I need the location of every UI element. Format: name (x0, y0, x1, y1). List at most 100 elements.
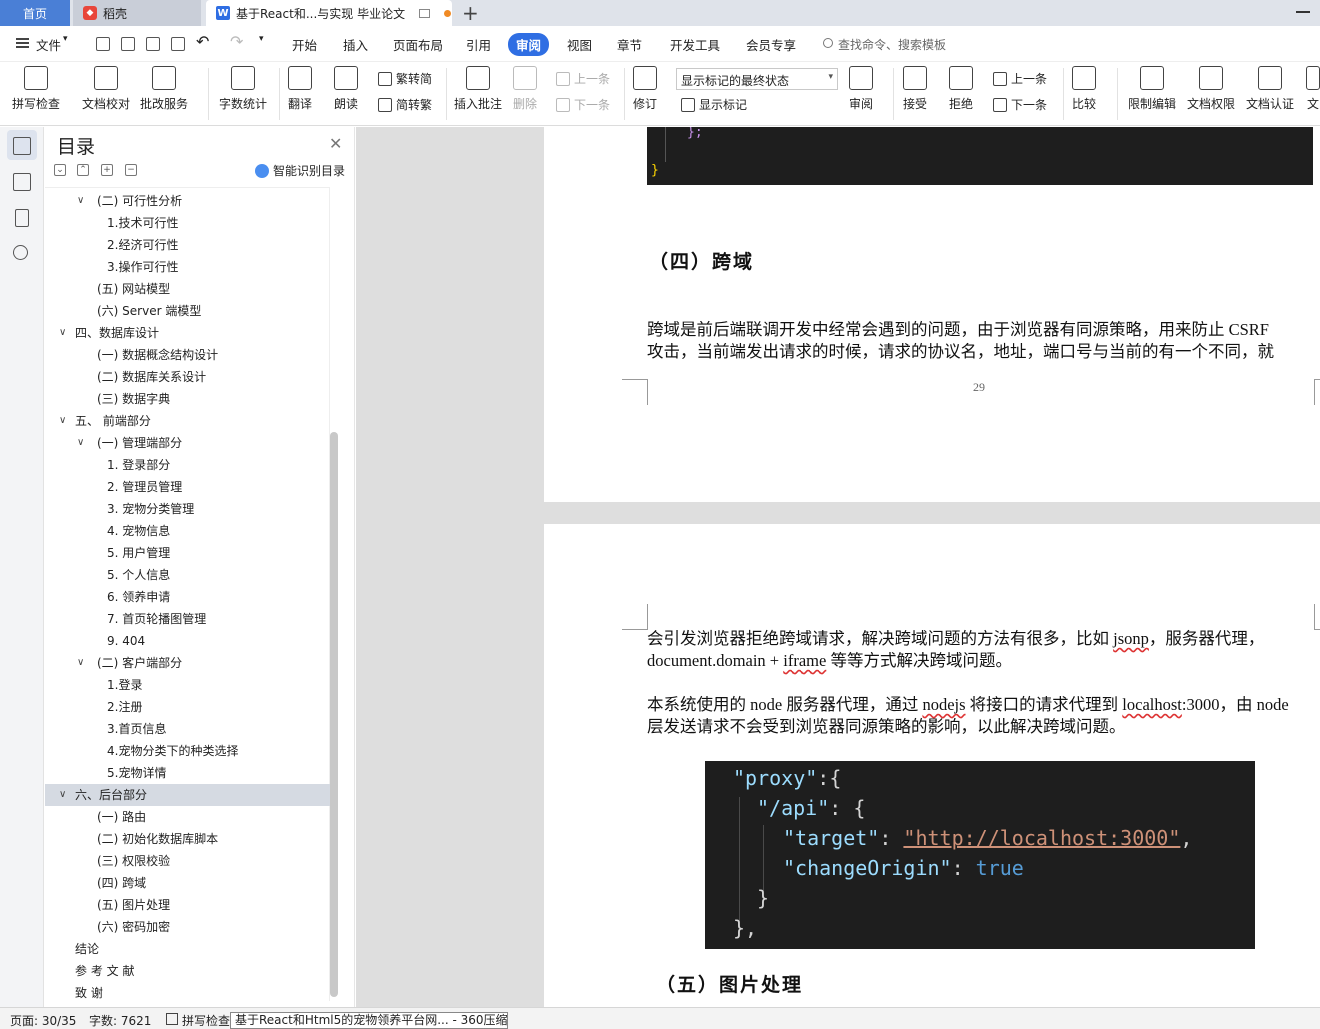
toc-item[interactable]: ∨ (一) 管理端部分 (45, 432, 330, 454)
bookmark-icon[interactable] (15, 209, 29, 227)
toc-item[interactable]: 5.宠物详情 (45, 762, 330, 784)
chevron-down-icon[interactable]: ∨ (59, 784, 66, 806)
minimize-icon[interactable] (1296, 11, 1310, 13)
word-count-indicator[interactable]: 字数: 7621 (89, 1012, 151, 1029)
redo-icon[interactable]: ↷ (230, 32, 243, 51)
toc-item[interactable]: (四) 跨域 (45, 872, 330, 894)
menu-start[interactable]: 开始 (292, 35, 317, 54)
print-icon[interactable] (146, 37, 160, 51)
trad-to-simp-button[interactable]: 繁转简 (378, 70, 432, 87)
expand-up-icon[interactable]: ⌃ (77, 164, 89, 176)
toc-item[interactable]: (二) 数据库关系设计 (45, 366, 330, 388)
chevron-down-icon[interactable]: ∨ (59, 322, 66, 344)
toc-item[interactable]: 1.技术可行性 (45, 212, 330, 234)
menu-page-layout[interactable]: 页面布局 (393, 35, 443, 54)
tab-document[interactable]: W 基于React和...与实现 毕业论文 (206, 0, 452, 26)
chevron-down-icon[interactable]: ∨ (77, 190, 84, 212)
prev-change-button[interactable]: 上一条 (993, 70, 1047, 87)
compare-button[interactable]: 比较 (1072, 66, 1096, 112)
doc-cert-button[interactable]: 文档认证 (1246, 66, 1294, 112)
toc-item[interactable]: ∨ 四、数据库设计 (45, 322, 330, 344)
chevron-down-icon[interactable]: ∨ (59, 410, 66, 432)
insert-comment-button[interactable]: 插入批注 (454, 66, 502, 112)
batch-service-button[interactable]: 批改服务 (140, 66, 188, 112)
collapse-all-icon[interactable]: ⌄ (54, 164, 66, 176)
toc-item[interactable]: 2. 管理员管理 (45, 476, 330, 498)
smart-toc-button[interactable]: 智能识别目录 (255, 162, 345, 179)
toc-scrollbar[interactable] (330, 432, 338, 997)
spell-check-checkbox[interactable] (166, 1013, 178, 1025)
word-count-button[interactable]: 字数统计 (219, 66, 267, 112)
toc-item[interactable]: (一) 数据概念结构设计 (45, 344, 330, 366)
revise-button[interactable]: 修订 (633, 66, 657, 112)
window-restore-icon[interactable] (419, 8, 431, 18)
translate-button[interactable]: 翻译 (288, 66, 312, 112)
doc-permission-button[interactable]: 文档权限 (1187, 66, 1235, 112)
menu-dev-tools[interactable]: 开发工具 (670, 35, 720, 54)
toc-item[interactable]: 5. 个人信息 (45, 564, 330, 586)
menu-insert[interactable]: 插入 (343, 35, 368, 54)
toc-item[interactable]: (一) 路由 (45, 806, 330, 828)
menu-file[interactable]: 文件 (36, 35, 61, 54)
delete-comment-button[interactable]: 删除 (513, 66, 537, 112)
add-heading-icon[interactable]: + (101, 164, 113, 176)
chevron-down-icon[interactable]: ∨ (77, 652, 84, 674)
remove-heading-icon[interactable]: − (125, 164, 137, 176)
toc-item[interactable]: 结论 (45, 938, 330, 960)
toc-item[interactable]: 3. 宠物分类管理 (45, 498, 330, 520)
toc-item[interactable]: 1. 登录部分 (45, 454, 330, 476)
toc-item[interactable]: (三) 权限校验 (45, 850, 330, 872)
page-indicator[interactable]: 页面: 30/35 (10, 1012, 76, 1029)
menu-review[interactable]: 审阅 (508, 33, 550, 56)
toc-item[interactable]: 3.操作可行性 (45, 256, 330, 278)
spell-check-status[interactable]: 拼写检查 (182, 1012, 230, 1029)
simp-to-trad-button[interactable]: 简转繁 (378, 96, 432, 113)
toc-item[interactable]: (三) 数据字典 (45, 388, 330, 410)
doc-proof-button[interactable]: 文档校对 (82, 66, 130, 112)
toc-item[interactable]: 3.首页信息 (45, 718, 330, 740)
menu-chapter[interactable]: 章节 (617, 35, 642, 54)
toc-item[interactable]: 2.注册 (45, 696, 330, 718)
read-aloud-button[interactable]: 朗读 (334, 66, 358, 112)
toc-item[interactable]: ∨ 五、 前端部分 (45, 410, 330, 432)
menu-view[interactable]: 视图 (567, 35, 592, 54)
navigation-icon[interactable] (13, 173, 31, 191)
toc-item[interactable]: 参 考 文 献 (45, 960, 330, 982)
toc-item[interactable]: 7. 首页轮播图管理 (45, 608, 330, 630)
more-button[interactable]: 文 (1306, 66, 1320, 112)
review-pane-button[interactable]: 审阅 (849, 66, 873, 112)
toc-item[interactable]: 致 谢 (45, 982, 330, 1004)
customize-chevron-icon[interactable]: ▾ (259, 34, 264, 44)
accept-button[interactable]: 接受 (903, 66, 927, 112)
toc-item[interactable]: (二) 初始化数据库脚本 (45, 828, 330, 850)
toc-item[interactable]: 4. 宠物信息 (45, 520, 330, 542)
toc-item[interactable]: (五) 网站模型 (45, 278, 330, 300)
menu-member[interactable]: 会员专享 (746, 35, 796, 54)
toc-item[interactable]: ∨ (二) 可行性分析 (45, 190, 330, 212)
print-preview-icon[interactable] (171, 37, 185, 51)
show-markup-button[interactable]: 显示标记 (681, 96, 747, 113)
toc-item[interactable]: 5. 用户管理 (45, 542, 330, 564)
next-comment-button[interactable]: 下一条 (556, 96, 610, 113)
chevron-down-icon[interactable]: ▾ (63, 34, 68, 44)
toc-item[interactable]: (六) 密码加密 (45, 916, 330, 938)
menu-reference[interactable]: 引用 (466, 35, 491, 54)
toc-item[interactable]: ∨ 六、后台部分 (45, 784, 330, 806)
toc-item[interactable]: ∨ (二) 客户端部分 (45, 652, 330, 674)
next-change-button[interactable]: 下一条 (993, 96, 1047, 113)
markup-state-select[interactable]: 显示标记的最终状态 (676, 68, 838, 90)
close-icon[interactable]: ✕ (329, 134, 342, 153)
save-icon[interactable] (96, 37, 110, 51)
undo-icon[interactable]: ↶ (196, 32, 209, 51)
hamburger-icon[interactable] (16, 38, 29, 48)
toc-item[interactable]: 9. 404 (45, 630, 330, 652)
toc-item[interactable]: (五) 图片处理 (45, 894, 330, 916)
tab-daoke[interactable]: ◆ 稻壳 (73, 0, 201, 26)
spell-check-button[interactable]: 拼写检查 (12, 66, 60, 112)
tab-home[interactable]: 首页 (0, 0, 70, 26)
toc-item[interactable]: (六) Server 端模型 (45, 300, 330, 322)
prev-comment-button[interactable]: 上一条 (556, 70, 610, 87)
toc-item[interactable]: 2.经济可行性 (45, 234, 330, 256)
command-search-input[interactable]: 查找命令、搜索模板 (838, 36, 946, 53)
chevron-down-icon[interactable]: ∨ (77, 432, 84, 454)
